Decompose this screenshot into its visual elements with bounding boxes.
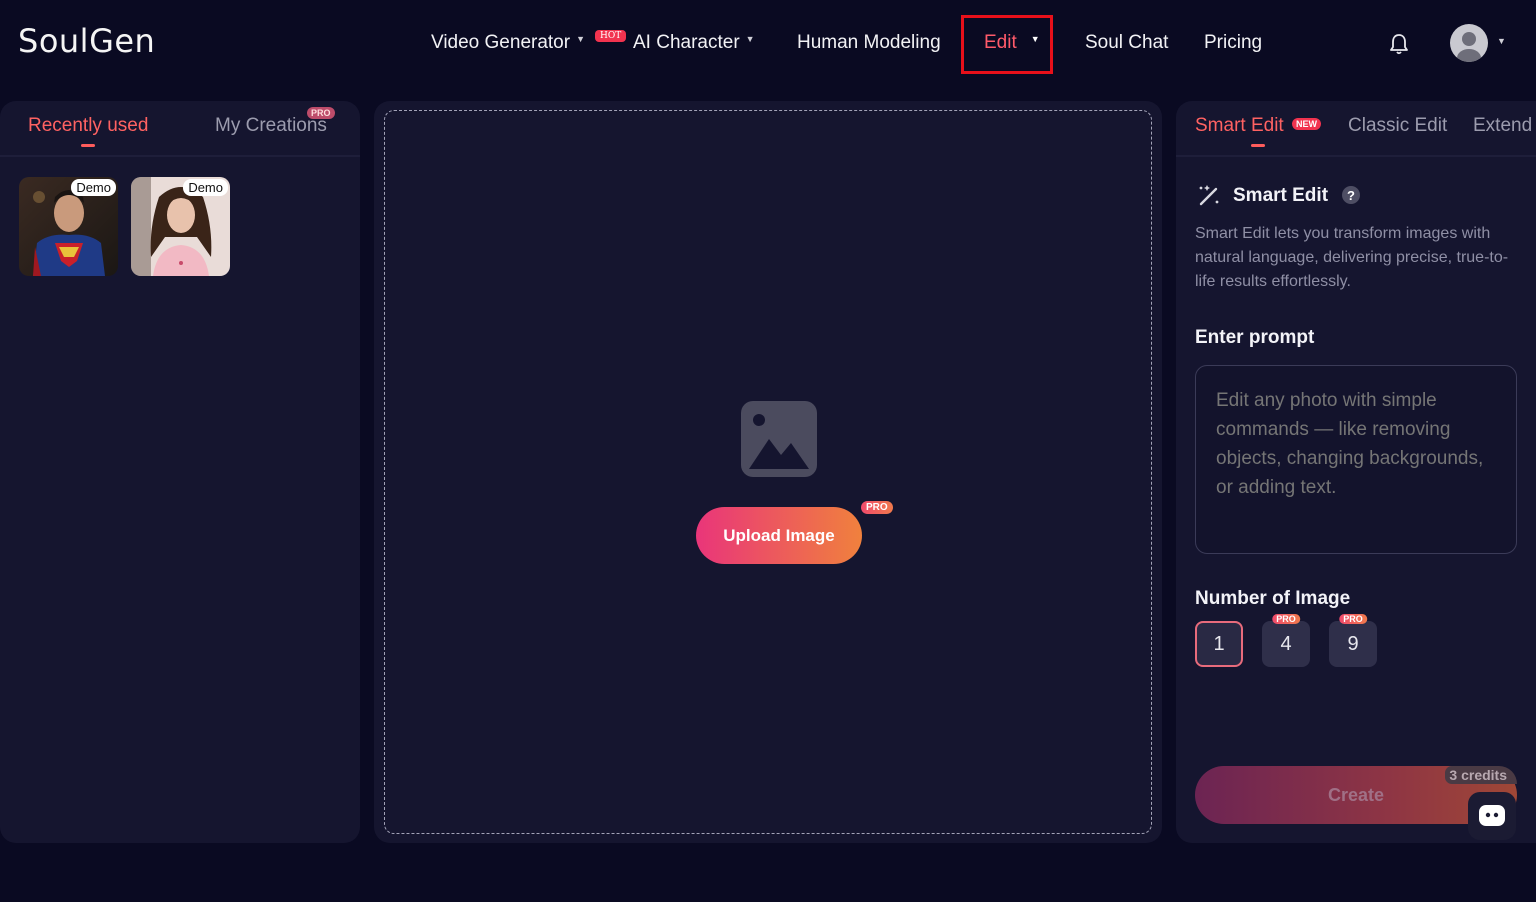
edit-settings-panel: Smart Edit NEW Classic Edit Extend Smart… <box>1176 101 1536 843</box>
image-count-value: 4 <box>1280 632 1292 655</box>
image-count-value: 1 <box>1213 632 1225 655</box>
nav-pricing[interactable]: Pricing <box>1204 32 1262 54</box>
help-icon[interactable]: ? <box>1341 185 1361 205</box>
demo-thumbnail-woman[interactable]: Demo <box>131 177 230 276</box>
top-header: SoulGen Video Generator ▼ HOT AI Charact… <box>0 0 1536 88</box>
pro-badge: PRO <box>1339 614 1367 624</box>
image-placeholder-icon <box>741 401 817 477</box>
image-drop-zone[interactable]: Upload Image PRO <box>384 110 1152 834</box>
active-tab-underline <box>1251 144 1265 147</box>
demo-tag: Demo <box>183 179 228 196</box>
number-of-image-label: Number of Image <box>1195 588 1351 609</box>
smart-edit-description: Smart Edit lets you transform images wit… <box>1195 225 1509 290</box>
support-chat-button[interactable] <box>1468 792 1516 840</box>
chat-bot-icon <box>1479 805 1505 826</box>
chevron-down-icon: ▼ <box>745 34 755 44</box>
user-avatar[interactable] <box>1450 24 1488 62</box>
bell-icon[interactable] <box>1388 32 1410 56</box>
chevron-down-icon[interactable]: ▼ <box>1497 36 1506 46</box>
main-nav: Video Generator ▼ HOT AI Character ▼ Hum… <box>0 0 1536 88</box>
pro-badge: PRO <box>861 501 893 514</box>
chevron-down-icon: ▼ <box>576 34 585 44</box>
magic-wand-icon <box>1199 185 1219 206</box>
nav-soul-chat[interactable]: Soul Chat <box>1085 32 1168 54</box>
edit-mode-tabs: Smart Edit NEW Classic Edit Extend <box>1176 101 1536 157</box>
tab-classic-edit[interactable]: Classic Edit <box>1348 115 1447 137</box>
prompt-input[interactable] <box>1195 365 1517 554</box>
enter-prompt-label: Enter prompt <box>1195 327 1315 348</box>
nav-edit-label: Edit <box>984 32 1017 53</box>
active-tab-underline <box>81 144 95 147</box>
hot-badge: HOT <box>595 30 627 42</box>
image-count-option-4[interactable]: PRO 4 <box>1262 614 1310 667</box>
pro-badge: PRO <box>307 107 335 119</box>
image-count-option-1[interactable]: 1 <box>1195 621 1243 667</box>
history-tabs: Recently used My Creations PRO <box>0 101 360 157</box>
tab-smart-edit[interactable]: Smart Edit <box>1195 115 1284 137</box>
nav-soul-chat-label: Soul Chat <box>1085 32 1169 53</box>
pro-badge: PRO <box>1272 614 1300 624</box>
nav-ai-character-label: AI Character <box>633 32 740 53</box>
upload-image-button[interactable]: Upload Image <box>696 507 862 564</box>
new-badge: NEW <box>1292 118 1321 130</box>
tab-extend[interactable]: Extend <box>1473 115 1532 137</box>
svg-text:?: ? <box>1347 188 1355 203</box>
create-button-label: Create <box>1327 784 1385 805</box>
image-count-value: 9 <box>1347 632 1359 655</box>
section-title-smart-edit: Smart Edit <box>1233 185 1329 206</box>
credits-badge: 3 credits <box>1445 766 1517 784</box>
tab-recently-used[interactable]: Recently used <box>28 115 148 137</box>
nav-video-generator-label: Video Generator <box>431 32 571 53</box>
demo-thumbnail-superman[interactable]: Demo <box>19 177 118 276</box>
nav-human-modeling[interactable]: Human Modeling <box>797 32 941 54</box>
nav-video-generator[interactable]: Video Generator ▼ <box>431 32 585 54</box>
nav-edit[interactable]: Edit ▼ <box>984 32 1040 54</box>
user-avatar-icon <box>1457 32 1481 62</box>
chevron-down-icon: ▼ <box>1030 34 1040 44</box>
demo-tag: Demo <box>71 179 116 196</box>
image-count-option-9[interactable]: PRO 9 <box>1329 614 1377 667</box>
nav-pricing-label: Pricing <box>1204 32 1263 53</box>
nav-human-modeling-label: Human Modeling <box>797 32 941 53</box>
upload-panel: Upload Image PRO <box>374 101 1162 843</box>
nav-ai-character[interactable]: AI Character ▼ <box>633 32 755 54</box>
